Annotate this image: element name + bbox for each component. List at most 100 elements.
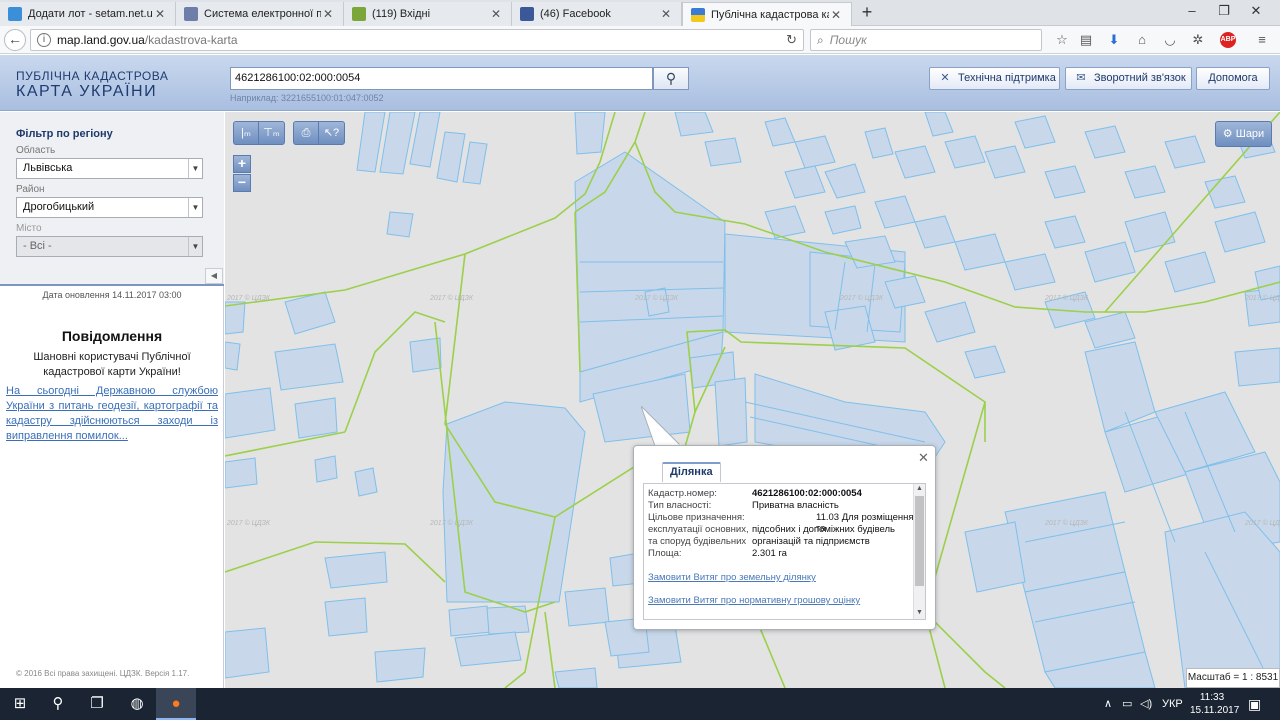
tools-toolbar: ⎙ ↖? <box>293 121 345 145</box>
zoom-in-button[interactable]: + <box>233 155 251 173</box>
region-value: Львівська <box>23 162 73 174</box>
scroll-thumb[interactable] <box>915 496 924 586</box>
notifications-icon[interactable]: ▣ <box>1248 688 1261 720</box>
filter-title: Фільтр по регіону <box>16 128 113 140</box>
feedback-button[interactable]: ✉ Зворотний зв'язок <box>1065 67 1192 90</box>
scroll-down-icon[interactable]: ▼ <box>914 609 925 619</box>
app-header: ПУБЛІЧНА КАДАСТРОВА КАРТА УКРАЇНИ 462128… <box>0 55 1280 111</box>
close-tab-icon[interactable]: ✕ <box>659 7 673 21</box>
volume-icon[interactable]: ◁) <box>1140 688 1152 720</box>
reading-list-icon[interactable]: ▤ <box>1078 32 1094 48</box>
url-bar[interactable]: i map.land.gov.ua/kadastrova-karta ↻ <box>30 29 804 51</box>
order-valuation-extract-link[interactable]: Замовити Витяг про нормативну грошову оц… <box>648 595 860 606</box>
district-value: Дрогобицький <box>23 201 95 213</box>
search-example: Наприклад: 3221655100:01:047:0052 <box>230 93 384 103</box>
order-parcel-extract-link[interactable]: Замовити Витяг про земельну ділянку <box>648 572 816 583</box>
search-button[interactable]: ⚲ <box>653 67 689 90</box>
bookmark-star-icon[interactable]: ☆ <box>1054 32 1070 48</box>
scale-readout: Масштаб = 1 : 8531 <box>1186 668 1280 688</box>
browser-tab-facebook[interactable]: (46) Facebook ✕ <box>512 2 682 26</box>
close-tab-icon[interactable]: ✕ <box>489 7 503 21</box>
restore-window-icon[interactable]: ❐ <box>1214 3 1234 19</box>
scroll-up-icon[interactable]: ▲ <box>914 485 925 495</box>
download-arrow-icon[interactable]: ⬇ <box>1106 32 1122 48</box>
chevron-down-icon: ▼ <box>188 198 202 217</box>
field-key: Кадастр.номер: <box>648 488 717 499</box>
extension-icon[interactable]: ✲ <box>1190 32 1206 48</box>
clock-date: 15.11.2017 <box>1190 705 1240 716</box>
collapse-sidebar-icon[interactable]: ◀ <box>205 268 223 284</box>
search-icon[interactable]: ⚲ <box>38 688 78 720</box>
firefox-icon[interactable]: ● <box>156 688 196 720</box>
app-globe-icon[interactable]: ◍ <box>117 688 157 720</box>
tab-parcel[interactable]: Ділянка <box>662 462 721 482</box>
back-arrow-icon[interactable]: ← <box>4 29 26 51</box>
identify-cursor-icon[interactable]: ↖? <box>319 122 344 144</box>
pocket-icon[interactable]: ◡ <box>1162 32 1178 48</box>
watermark: 2017 © ЦДЗК <box>1244 294 1280 302</box>
close-icon[interactable]: ✕ <box>918 450 929 466</box>
search-placeholder: Пошук <box>829 33 867 47</box>
field-value: організацій та підприємств <box>752 536 870 547</box>
info-icon[interactable]: i <box>37 33 51 47</box>
minimize-window-icon[interactable]: – <box>1182 3 1202 18</box>
show-hidden-icons[interactable]: ∧ <box>1104 688 1112 720</box>
measure-length-icon[interactable]: |ₘ <box>234 122 259 144</box>
language-indicator[interactable]: УКР <box>1162 688 1183 720</box>
close-tab-icon[interactable]: ✕ <box>321 7 335 21</box>
url-host: map.land.gov.ua <box>57 33 145 47</box>
ukraine-flag-favicon-icon <box>691 7 705 22</box>
tech-support-button[interactable]: ✕ Технічна підтримка <box>929 67 1060 90</box>
field-key: Площа: <box>648 548 682 559</box>
network-icon[interactable]: ▭ <box>1122 688 1132 720</box>
tab-title: Система електронної пошт <box>204 8 321 20</box>
envelope-icon: ✉ <box>1076 72 1086 84</box>
update-date: Дата оновлення 14.11.2017 03:00 <box>42 290 182 300</box>
notice-link[interactable]: На сьогодні Державною службою України з … <box>6 384 218 444</box>
region-select[interactable]: Львівська ▼ <box>16 158 203 179</box>
parcel-info-popup: ✕ Ділянка Кадастр.номер: 4621286100:02:0… <box>633 445 936 630</box>
gear-icon: ⚙ <box>1222 128 1233 140</box>
layers-label: Шари <box>1235 128 1265 140</box>
browser-tab-cadastral-map[interactable]: Публічна кадастрова карта ✕ <box>682 2 852 26</box>
watermark: 2017 © ЦДЗК <box>1044 294 1089 302</box>
logo-line1: ПУБЛІЧНА КАДАСТРОВА <box>16 69 169 83</box>
browser-tab-inbox[interactable]: (119) Вхідні ✕ <box>344 2 512 26</box>
clock[interactable]: 11:33 15.11.2017 <box>1190 691 1240 717</box>
setam-favicon-icon <box>8 7 22 21</box>
browser-tab-setam[interactable]: Додати лот - setam.net.ua ✕ <box>0 2 176 26</box>
field-value: Приватна власність <box>752 500 839 511</box>
measure-area-icon[interactable]: ⊤ₘ <box>259 122 284 144</box>
notice-title: Повідомлення <box>61 328 163 344</box>
district-label: Район <box>16 184 45 195</box>
zoom-out-button[interactable]: − <box>233 174 251 192</box>
tab-title: (119) Вхідні <box>372 8 431 20</box>
tab-title: Публічна кадастрова карта <box>711 8 829 21</box>
layers-button[interactable]: ⚙ Шари <box>1215 121 1272 147</box>
tab-title: (46) Facebook <box>540 8 611 20</box>
menu-hamburger-icon[interactable]: ≡ <box>1254 32 1270 48</box>
browser-search-input[interactable]: ⌕ Пошук <box>810 29 1042 51</box>
browser-tab-mail-system[interactable]: Система електронної пошт ✕ <box>176 2 344 26</box>
help-button[interactable]: Допомога <box>1196 67 1270 90</box>
cadastral-map[interactable]: 2017 © ЦДЗК 2017 © ЦДЗК 2017 © ЦДЗК 2017… <box>225 112 1280 688</box>
new-tab-plus-icon[interactable]: + <box>858 3 876 22</box>
watermark: 2017 © ЦДЗК <box>429 519 474 527</box>
city-select: - Всі - ▼ <box>16 236 203 257</box>
field-value: підсобних і допоміжних будівель <box>752 524 895 535</box>
close-tab-icon[interactable]: ✕ <box>153 7 167 21</box>
close-tab-icon[interactable]: ✕ <box>829 8 843 22</box>
print-icon[interactable]: ⎙ <box>294 122 319 144</box>
task-view-icon[interactable]: ❐ <box>77 688 117 720</box>
adblock-icon[interactable]: ABP <box>1220 32 1236 48</box>
reload-icon[interactable]: ↻ <box>786 32 797 48</box>
popup-scrollbar[interactable]: ▲ ▼ <box>913 484 925 619</box>
cadastral-number: 4621286100:02:000:0054 <box>752 488 862 499</box>
windows-start-icon[interactable]: ⊞ <box>0 688 40 720</box>
cadastral-search-input[interactable]: 4621286100:02:000:0054 <box>230 67 653 90</box>
district-select[interactable]: Дрогобицький ▼ <box>16 197 203 218</box>
field-key: Тип власності: <box>648 500 712 511</box>
home-icon[interactable]: ⌂ <box>1134 32 1150 48</box>
search-icon: ⌕ <box>817 32 824 47</box>
close-window-icon[interactable]: ✕ <box>1246 3 1266 19</box>
